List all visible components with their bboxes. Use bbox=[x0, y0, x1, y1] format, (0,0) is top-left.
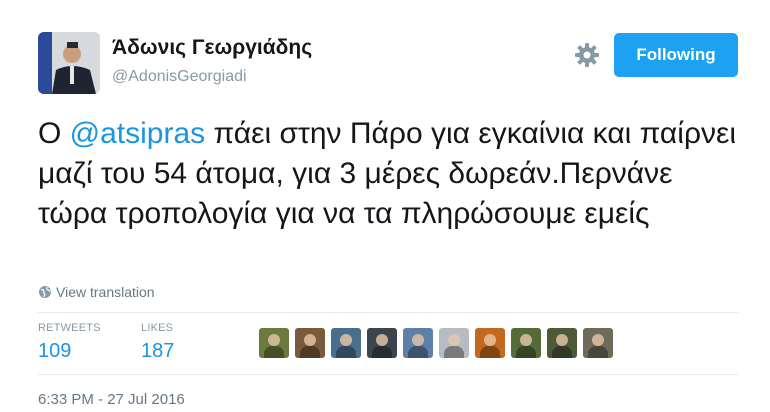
liker-avatar-body bbox=[336, 346, 356, 358]
liker-avatar-body bbox=[588, 346, 608, 358]
liker-avatar-body bbox=[372, 346, 392, 358]
avatar[interactable] bbox=[38, 32, 100, 94]
mention-link[interactable]: @atsipras bbox=[70, 117, 206, 150]
liker-avatar-head bbox=[304, 334, 316, 346]
liker-avatar[interactable] bbox=[475, 328, 505, 358]
view-translation-link[interactable]: View translation bbox=[38, 284, 155, 300]
timestamp[interactable]: 6:33 PM - 27 Jul 2016 bbox=[38, 391, 185, 408]
liker-avatar-head bbox=[268, 334, 280, 346]
globe-icon bbox=[39, 286, 51, 298]
tweet-text-start: Ο bbox=[38, 117, 70, 150]
liker-avatar-head bbox=[448, 334, 460, 346]
likes-stat[interactable]: LIKES 187 bbox=[141, 322, 174, 363]
liker-avatar[interactable] bbox=[403, 328, 433, 358]
liker-avatar[interactable] bbox=[367, 328, 397, 358]
liker-avatar[interactable] bbox=[295, 328, 325, 358]
liker-avatar[interactable] bbox=[511, 328, 541, 358]
divider bbox=[38, 312, 738, 313]
display-name[interactable]: Άδωνις Γεωργιάδης bbox=[112, 36, 312, 60]
liker-avatar-head bbox=[484, 334, 496, 346]
liker-avatar[interactable] bbox=[583, 328, 613, 358]
likes-count: 187 bbox=[141, 340, 175, 362]
liker-avatar-body bbox=[264, 346, 284, 358]
liker-avatar-head bbox=[412, 334, 424, 346]
gear-icon[interactable] bbox=[574, 42, 600, 68]
liker-avatar-body bbox=[480, 346, 500, 358]
liker-avatar-body bbox=[300, 346, 320, 358]
username[interactable]: @AdonisGeorgiadi bbox=[112, 68, 247, 86]
liker-avatar-head bbox=[592, 334, 604, 346]
liker-avatar-body bbox=[408, 346, 428, 358]
likers-avatars bbox=[259, 328, 619, 358]
following-button[interactable]: Following bbox=[614, 33, 738, 77]
tweet-text: Ο @atsipras πάει στην Πάρο για εγκαίνια … bbox=[38, 114, 738, 234]
liker-avatar[interactable] bbox=[331, 328, 361, 358]
liker-avatar-head bbox=[520, 334, 532, 346]
retweets-stat[interactable]: RETWEETS 109 bbox=[38, 322, 101, 363]
retweets-label: RETWEETS bbox=[38, 322, 101, 334]
divider bbox=[38, 374, 738, 375]
retweets-count: 109 bbox=[38, 340, 72, 362]
liker-avatar-body bbox=[516, 346, 536, 358]
liker-avatar-head bbox=[340, 334, 352, 346]
liker-avatar-head bbox=[376, 334, 388, 346]
profile-photo-icon bbox=[38, 32, 100, 94]
liker-avatar-body bbox=[552, 346, 572, 358]
liker-avatar[interactable] bbox=[547, 328, 577, 358]
view-translation-label: View translation bbox=[56, 284, 155, 300]
liker-avatar-body bbox=[444, 346, 464, 358]
liker-avatar-head bbox=[556, 334, 568, 346]
liker-avatar[interactable] bbox=[259, 328, 289, 358]
likes-label: LIKES bbox=[141, 322, 174, 334]
liker-avatar[interactable] bbox=[439, 328, 469, 358]
